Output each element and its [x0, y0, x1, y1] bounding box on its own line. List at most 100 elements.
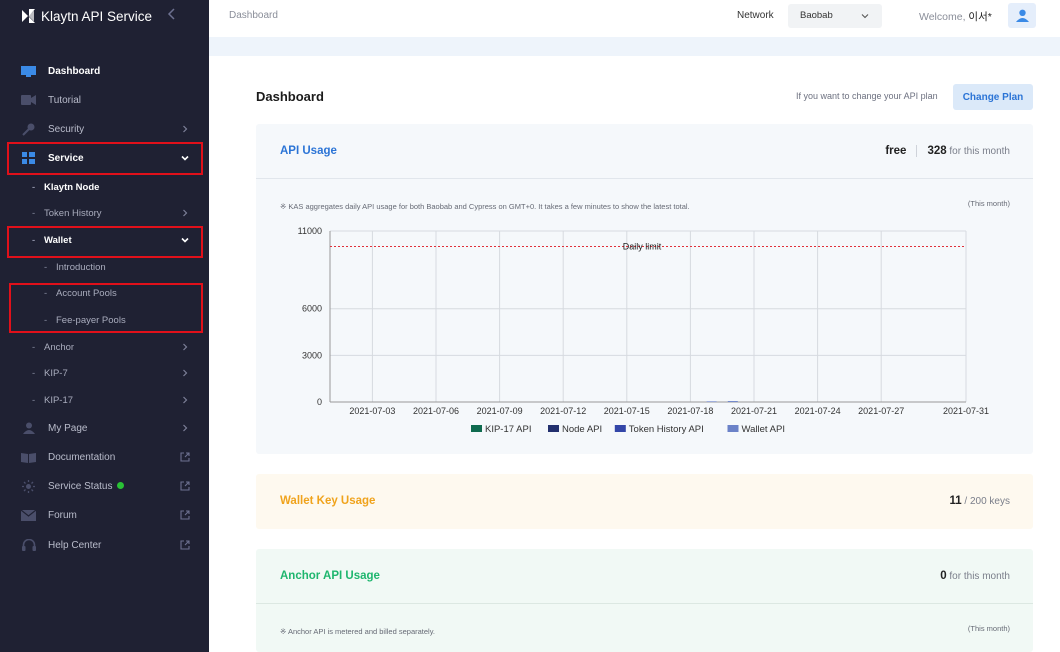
plot-area: [330, 231, 966, 402]
sidebar-subitem-klaytn-node[interactable]: - Klaytn Node: [0, 175, 209, 199]
sidebar: Klaytn API Service Dashboard Tutorial Se…: [0, 0, 209, 652]
bar: [727, 401, 738, 402]
brand[interactable]: Klaytn API Service: [20, 7, 152, 25]
sidebar-item-label: Security: [48, 123, 85, 135]
sidebar-subitem-kip-17[interactable]: - KIP-17: [0, 388, 209, 412]
plan-hint: If you want to change your API plan: [796, 91, 938, 101]
anchor-api-usage-title: Anchor API Usage: [280, 570, 380, 582]
chevron-right-icon: [183, 369, 188, 377]
sidebar-subitem-kip-7[interactable]: - KIP-7: [0, 361, 209, 385]
external-link-icon: [180, 540, 190, 550]
api-usage-chart: 0 3000 6000 11000 2021-07-03 2021-07-06 2021-0…: [298, 226, 989, 435]
anchor-api-period: (This month): [967, 624, 1010, 633]
plan-name: free: [885, 145, 907, 157]
sidebar-item-label: My Page: [48, 422, 88, 434]
sidebar-item-label: Tutorial: [48, 94, 81, 106]
x-tick-label: 2021-07-27: [858, 406, 904, 416]
avatar[interactable]: [1008, 3, 1036, 28]
brand-name: Klaytn API Service: [41, 8, 153, 24]
sidebar-item-my-page[interactable]: My Page: [0, 415, 209, 441]
sidebar-item-security[interactable]: Security: [0, 116, 209, 142]
y-tick-label: 11000: [298, 226, 322, 236]
x-tick-label: 2021-07-12: [540, 406, 586, 416]
highlight-box-service: [7, 142, 203, 175]
legend-swatch: [614, 425, 626, 432]
change-plan-button[interactable]: Change Plan: [953, 84, 1033, 110]
user-name: 이서*: [968, 11, 992, 23]
key-icon: [21, 123, 36, 136]
user-icon: [21, 422, 36, 434]
x-tick-label: 2021-07-15: [604, 406, 650, 416]
anchor-api-usage-summary: 0 for this month: [940, 570, 1010, 582]
chevron-right-icon: [183, 209, 188, 217]
chevron-right-icon: [183, 396, 188, 404]
anchor-count: 0: [940, 570, 947, 582]
book-icon: [21, 451, 36, 463]
sidebar-subitem-label: KIP-7: [44, 367, 68, 379]
sidebar-subitem-introduction[interactable]: - Introduction: [0, 255, 209, 279]
breadcrumb[interactable]: Dashboard: [229, 10, 278, 21]
main-content: Dashboard If you want to change your API…: [209, 56, 1060, 652]
status-online-dot: [117, 482, 125, 490]
collapse-sidebar-icon[interactable]: [167, 8, 176, 23]
sidebar-item-tutorial[interactable]: Tutorial: [0, 87, 209, 113]
top-bar: Dashboard Network Baobab Welcome, 이서*: [209, 0, 1060, 37]
legend-label: Wallet API: [742, 424, 785, 435]
sidebar-item-service-status[interactable]: Service Status: [0, 473, 209, 499]
klaytn-logo-icon: [22, 9, 35, 23]
sidebar-item-label: Documentation: [48, 451, 116, 463]
external-link-icon: [180, 481, 190, 491]
sidebar-item-documentation[interactable]: Documentation: [0, 444, 209, 470]
legend-label: Node API: [562, 424, 602, 435]
x-tick-label: 2021-07-09: [477, 406, 523, 416]
x-tick-label: 2021-07-21: [731, 406, 777, 416]
api-usage-title: API Usage: [280, 145, 337, 157]
sidebar-subitem-label: KIP-17: [44, 394, 74, 406]
y-tick-label: 0: [317, 397, 322, 407]
chevron-right-icon: [183, 125, 188, 133]
sidebar-item-label: Forum: [48, 509, 77, 521]
y-tick-label: 3000: [302, 350, 322, 360]
video-icon: [21, 94, 36, 106]
chevron-down-icon: [861, 14, 869, 19]
x-tick-label: 2021-07-18: [667, 406, 713, 416]
api-usage-summary: free 328 for this month: [885, 145, 1010, 158]
sidebar-subitem-label: Token History: [44, 207, 102, 219]
sidebar-item-forum[interactable]: Forum: [0, 502, 209, 528]
chevron-right-icon: [183, 424, 188, 432]
y-tick-label: 6000: [302, 304, 322, 314]
x-tick-label: 2021-07-03: [349, 406, 395, 416]
wallet-key-usage-summary: 11 / 200 keys: [949, 495, 1010, 507]
legend-label: Token History API: [629, 424, 704, 435]
x-tick-label: 2021-07-06: [413, 406, 459, 416]
wallet-key-usage-title: Wallet Key Usage: [280, 495, 376, 507]
api-usage-card: API Usage free 328 for this month ※ KAS a…: [256, 124, 1033, 454]
sidebar-subitem-label: Introduction: [56, 261, 106, 273]
highlight-box-wallet: [7, 226, 203, 258]
sidebar-subitem-anchor[interactable]: - Anchor: [0, 335, 209, 359]
network-select[interactable]: Baobab: [788, 4, 882, 28]
network-label: Network: [737, 10, 774, 21]
sidebar-subitem-label: Klaytn Node: [44, 181, 100, 193]
header-band: [209, 37, 1060, 56]
bar: [706, 401, 717, 402]
daily-limit-label: Daily limit: [623, 242, 662, 252]
api-usage-count: 328: [927, 145, 947, 157]
legend-swatch: [727, 425, 739, 432]
wallet-key-count: 11: [949, 495, 962, 507]
dashboard-icon: [21, 65, 36, 77]
sidebar-subitem-label: Anchor: [44, 341, 75, 353]
user-avatar-icon: [1015, 9, 1029, 22]
sidebar-item-help-center[interactable]: Help Center: [0, 532, 209, 558]
mail-icon: [21, 509, 36, 521]
highlight-box-pools: [9, 283, 203, 333]
sidebar-subitem-token-history[interactable]: - Token History: [0, 201, 209, 225]
external-link-icon: [180, 510, 190, 520]
wallet-key-usage-card: Wallet Key Usage 11 / 200 keys: [256, 474, 1033, 529]
sidebar-item-dashboard[interactable]: Dashboard: [0, 58, 209, 84]
sidebar-item-label: Help Center: [48, 539, 102, 551]
legend-swatch: [471, 425, 482, 432]
sidebar-item-label: Service Status: [48, 481, 125, 492]
x-tick-label: 2021-07-31: [943, 406, 989, 416]
page-title: Dashboard: [256, 89, 324, 104]
